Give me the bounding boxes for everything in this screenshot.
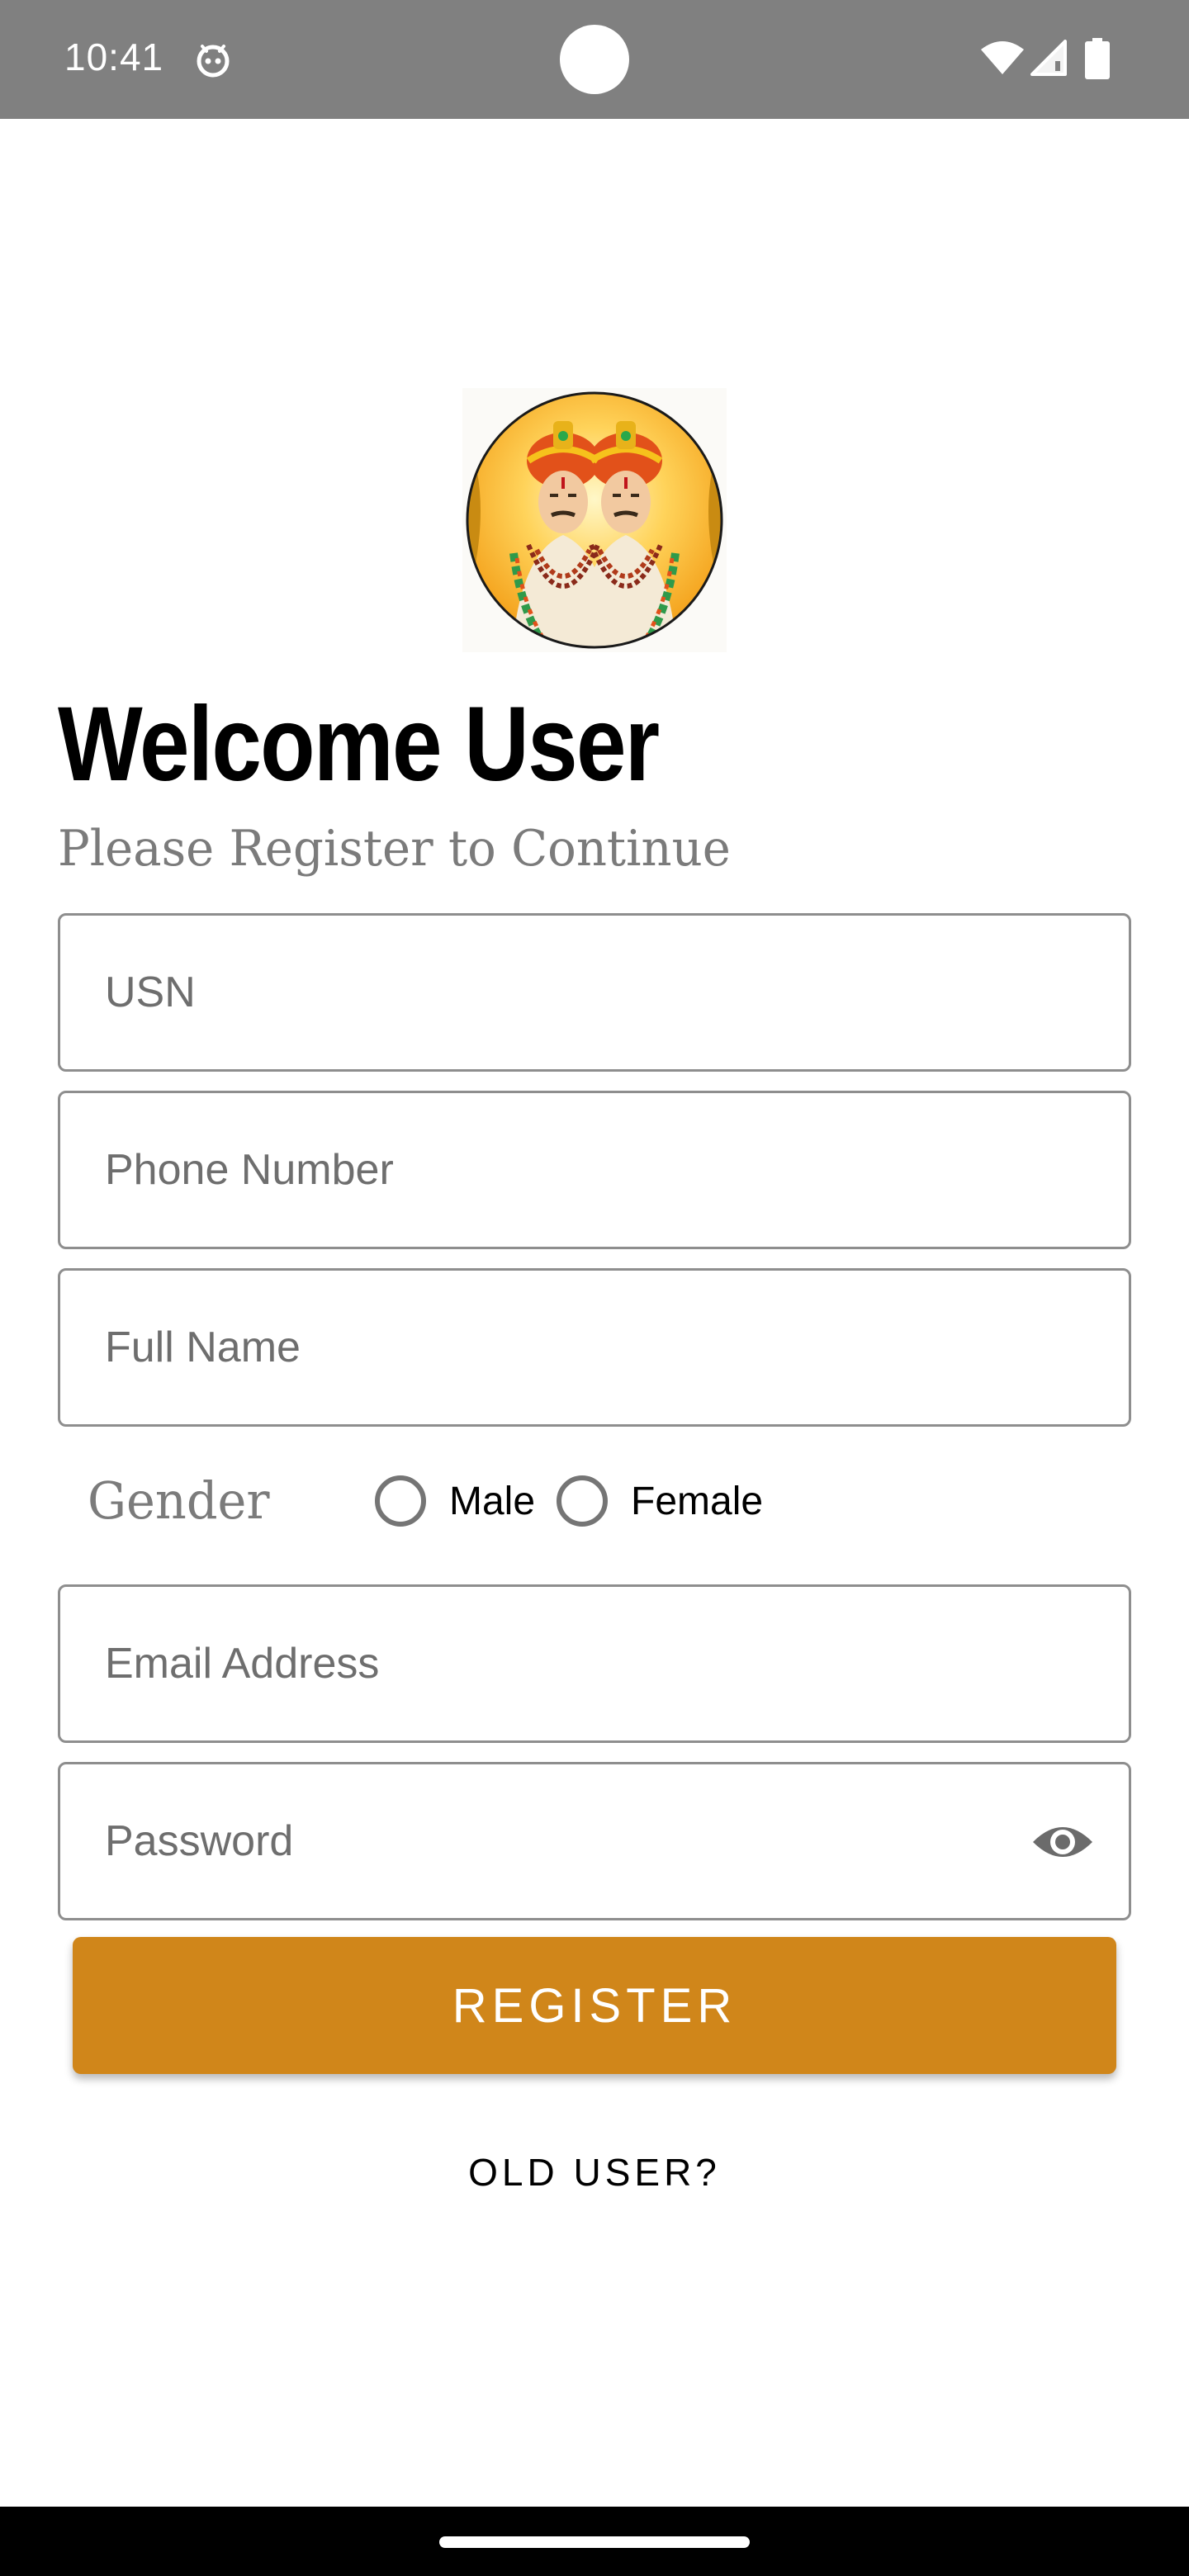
signal-icon <box>1030 40 1067 76</box>
password-field[interactable] <box>58 1762 1131 1920</box>
page-subtitle: Please Register to Continue <box>58 820 731 878</box>
gender-option-male[interactable]: Male <box>375 1470 535 1532</box>
page-title: Welcome User <box>58 685 660 803</box>
radio-button-icon[interactable] <box>557 1475 608 1527</box>
gender-label: Gender <box>88 1470 270 1531</box>
gender-selector: Gender Male Female <box>0 1461 1189 1544</box>
battery-icon <box>1085 38 1110 79</box>
full-name-input[interactable] <box>105 1271 1054 1424</box>
status-bar: 10:41 <box>0 0 1189 119</box>
eye-icon[interactable] <box>1030 1817 1096 1867</box>
register-button[interactable]: REGISTER <box>73 1937 1116 2074</box>
camera-cutout <box>560 25 629 94</box>
deity-portrait-logo <box>462 388 727 652</box>
home-indicator[interactable] <box>439 2536 750 2548</box>
gender-option-label: Female <box>631 1479 764 1523</box>
full-name-field[interactable] <box>58 1268 1131 1427</box>
status-time: 10:41 <box>64 36 164 78</box>
usn-input[interactable] <box>105 916 1054 1069</box>
radio-button-icon[interactable] <box>375 1475 426 1527</box>
wifi-icon <box>981 41 1024 74</box>
email-address-input[interactable] <box>105 1587 1054 1740</box>
navigation-bar <box>0 2507 1189 2576</box>
email-address-field[interactable] <box>58 1584 1131 1743</box>
old-user-link[interactable]: OLD USER? <box>0 2150 1189 2195</box>
register-screen: 10:41 Welcome User Please Register to Co… <box>0 0 1189 2576</box>
password-input[interactable] <box>105 1764 964 1918</box>
gender-option-label: Male <box>449 1479 536 1523</box>
android-face-icon <box>197 45 230 78</box>
phone-number-input[interactable] <box>105 1093 1054 1247</box>
phone-number-field[interactable] <box>58 1091 1131 1249</box>
usn-field[interactable] <box>58 913 1131 1072</box>
gender-option-female[interactable]: Female <box>557 1470 763 1532</box>
